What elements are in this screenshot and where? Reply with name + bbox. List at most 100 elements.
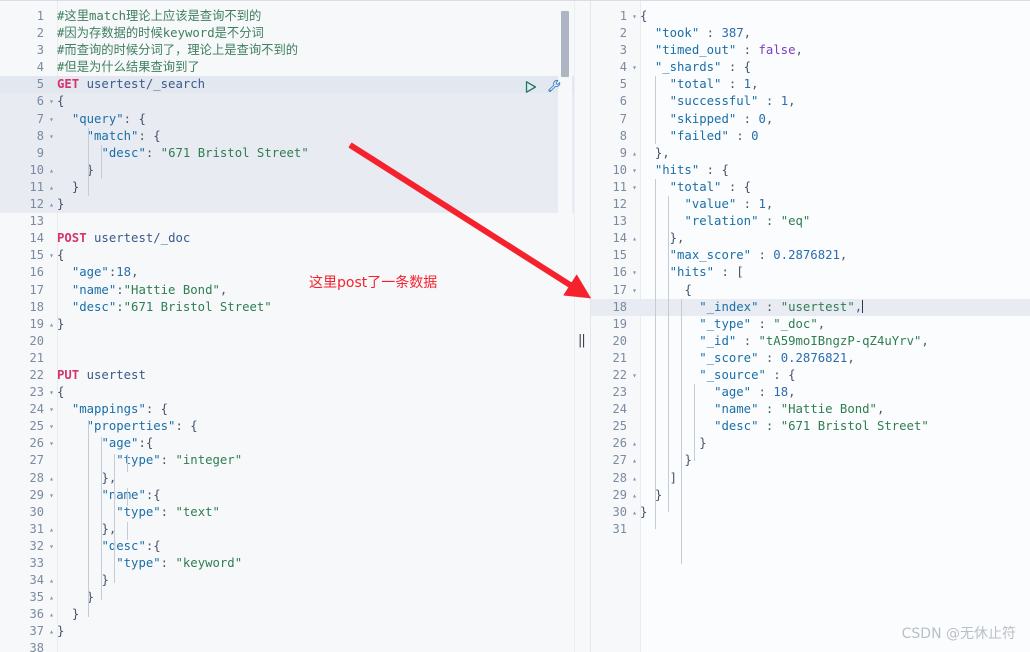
fold-toggle-icon[interactable]: ▴	[46, 589, 57, 606]
fold-toggle-icon[interactable]: ▴	[629, 487, 640, 504]
wrench-icon[interactable]	[547, 79, 562, 94]
left-scrollbar-thumb[interactable]	[561, 11, 569, 77]
code-line[interactable]: 30 "type": "text"	[0, 504, 574, 521]
fold-toggle-icon[interactable]: ▾	[46, 384, 57, 401]
code-line[interactable]: 6 "successful" : 1,	[591, 93, 1030, 110]
request-actions[interactable]	[524, 79, 562, 94]
code-line[interactable]: 9 ▴ },	[591, 145, 1030, 162]
code-line[interactable]: 27 ▴ }	[591, 452, 1030, 469]
code-line[interactable]: 15 "max_score" : 0.2876821,	[591, 247, 1030, 264]
code-line[interactable]: 13	[0, 213, 574, 230]
fold-toggle-icon[interactable]: ▾	[46, 401, 57, 418]
fold-toggle-icon[interactable]: ▾	[46, 487, 57, 504]
code-line[interactable]: 38	[0, 640, 574, 652]
code-line[interactable]: 32 ▾ "desc":{	[0, 538, 574, 555]
fold-toggle-icon[interactable]: ▾	[629, 179, 640, 196]
code-line[interactable]: 10 ▾ "hits" : {	[591, 162, 1030, 179]
left-vertical-scrollbar[interactable]	[558, 1, 572, 652]
code-line[interactable]: 13 "relation" : "eq"	[591, 213, 1030, 230]
fold-toggle-icon[interactable]: ▴	[629, 504, 640, 521]
code-line[interactable]: 26 ▾ "age":{	[0, 435, 574, 452]
code-line[interactable]: 19 "_type" : "_doc",	[591, 316, 1030, 333]
code-line[interactable]: 30 ▴}	[591, 504, 1030, 521]
code-line[interactable]: 25 "desc" : "671 Bristol Street"	[591, 418, 1030, 435]
fold-toggle-icon[interactable]: ▾	[46, 538, 57, 555]
fold-toggle-icon[interactable]: ▴	[629, 435, 640, 452]
code-line[interactable]: 18 "_index" : "usertest",	[591, 298, 1030, 316]
code-line[interactable]: 17 ▾ {	[591, 282, 1030, 299]
code-line[interactable]: 7 "skipped" : 0,	[591, 111, 1030, 128]
code-line[interactable]: 1 #这里match理论上应该是查询不到的	[0, 8, 574, 25]
code-line[interactable]: 8 ▾ "match": {	[0, 127, 574, 145]
code-line[interactable]: 29 ▾ "name":{	[0, 487, 574, 504]
code-line[interactable]: 36 ▴ }	[0, 606, 574, 623]
fold-toggle-icon[interactable]: ▴	[46, 162, 57, 179]
code-line[interactable]: 28 ▴ ]	[591, 470, 1030, 487]
code-line[interactable]: 7 ▾ "query": {	[0, 110, 574, 128]
code-line[interactable]: 9 "desc": "671 Bristol Street"	[0, 144, 574, 162]
code-line[interactable]: 21 "_score" : 0.2876821,	[591, 350, 1030, 367]
fold-toggle-icon[interactable]: ▴	[46, 179, 57, 196]
code-line[interactable]: 20 "_id" : "tA59moIBngzP-qZ4uYrv",	[591, 333, 1030, 350]
code-line[interactable]: 26 ▴ }	[591, 435, 1030, 452]
response-viewer-pane[interactable]: 1 ▾{2 "took" : 387, 3 "timed_out" : false,…	[590, 1, 1030, 652]
code-line[interactable]: 17 "name":"Hattie Bond",	[0, 282, 574, 299]
fold-toggle-icon[interactable]: ▾	[46, 435, 57, 452]
fold-toggle-icon[interactable]: ▴	[629, 145, 640, 162]
code-line[interactable]: 33 "type": "keyword"	[0, 555, 574, 572]
code-line[interactable]: 12 "value" : 1,	[591, 196, 1030, 213]
code-line[interactable]: 16 "age":18,	[0, 264, 574, 281]
fold-toggle-icon[interactable]: ▴	[46, 521, 57, 538]
code-line[interactable]: 31 ▴ },	[0, 521, 574, 538]
pane-divider-handle[interactable]: ||	[578, 333, 586, 348]
code-line[interactable]: 31	[591, 521, 1030, 538]
fold-toggle-icon[interactable]: ▾	[46, 93, 57, 110]
play-run-icon[interactable]	[524, 80, 538, 94]
code-line[interactable]: 3 #而查询的时候分词了，理论上是查询不到的	[0, 42, 574, 59]
code-line[interactable]: 29 ▴ }	[591, 487, 1030, 504]
request-editor-pane[interactable]: 1 #这里match理论上应该是查询不到的 2 #因为存数据的时候keyword是不分…	[0, 1, 574, 652]
fold-toggle-icon[interactable]: ▾	[629, 367, 640, 384]
code-line[interactable]: 24 ▾ "mappings": {	[0, 401, 574, 418]
code-line[interactable]: 27 "type": "integer"	[0, 452, 574, 469]
code-line[interactable]: 15 ▾{	[0, 247, 574, 264]
code-line[interactable]: 18 "desc":"671 Bristol Street"	[0, 299, 574, 316]
code-line[interactable]: 22 PUT usertest	[0, 367, 574, 384]
code-line[interactable]: 1 ▾{	[591, 8, 1030, 25]
fold-toggle-icon[interactable]: ▾	[46, 247, 57, 264]
fold-toggle-icon[interactable]: ▴	[46, 316, 57, 333]
code-line[interactable]: 6 ▾{	[0, 93, 574, 111]
code-line[interactable]: 23 "age" : 18,	[591, 384, 1030, 401]
fold-toggle-icon[interactable]: ▴	[46, 572, 57, 589]
code-line[interactable]: 28 ▴ },	[0, 470, 574, 487]
code-line[interactable]: 24 "name" : "Hattie Bond",	[591, 401, 1030, 418]
fold-toggle-icon[interactable]: ▴	[46, 623, 57, 640]
code-line[interactable]: 12 ▴}	[0, 196, 574, 214]
code-line[interactable]: 35 ▴ }	[0, 589, 574, 606]
code-line[interactable]: 22 ▾ "_source" : {	[591, 367, 1030, 384]
fold-toggle-icon[interactable]: ▾	[629, 162, 640, 179]
fold-toggle-icon[interactable]: ▴	[46, 606, 57, 623]
fold-toggle-icon[interactable]: ▾	[46, 111, 57, 128]
code-line[interactable]: 5 "total" : 1,	[591, 76, 1030, 93]
fold-toggle-icon[interactable]: ▾	[629, 282, 640, 299]
left-code-area[interactable]: 1 #这里match理论上应该是查询不到的 2 #因为存数据的时候keyword是不分…	[0, 1, 574, 652]
code-line[interactable]: 11 ▾ "total" : {	[591, 179, 1030, 196]
code-line[interactable]: 11 ▴ }	[0, 178, 574, 197]
code-line[interactable]: 37 ▴}	[0, 623, 574, 640]
fold-toggle-icon[interactable]: ▾	[46, 418, 57, 435]
code-line[interactable]: 2 "took" : 387,	[591, 25, 1030, 42]
code-line[interactable]: 4 #但是为什么结果查询到了	[0, 59, 574, 76]
code-line[interactable]: 5 GET usertest/_search	[0, 76, 574, 94]
fold-toggle-icon[interactable]: ▴	[629, 230, 640, 247]
code-line[interactable]: 23 ▾{	[0, 384, 574, 401]
code-line[interactable]: 14 ▴ },	[591, 230, 1030, 247]
code-line[interactable]: 20	[0, 333, 574, 350]
right-code-area[interactable]: 1 ▾{2 "took" : 387, 3 "timed_out" : false,…	[591, 1, 1030, 538]
code-line[interactable]: 16 ▾ "hits" : [	[591, 264, 1030, 281]
code-line[interactable]: 21	[0, 350, 574, 367]
pane-divider[interactable]	[574, 1, 590, 652]
fold-toggle-icon[interactable]: ▴	[46, 196, 57, 213]
code-line[interactable]: 2 #因为存数据的时候keyword是不分词	[0, 25, 574, 42]
code-line[interactable]: 19 ▴}	[0, 316, 574, 333]
